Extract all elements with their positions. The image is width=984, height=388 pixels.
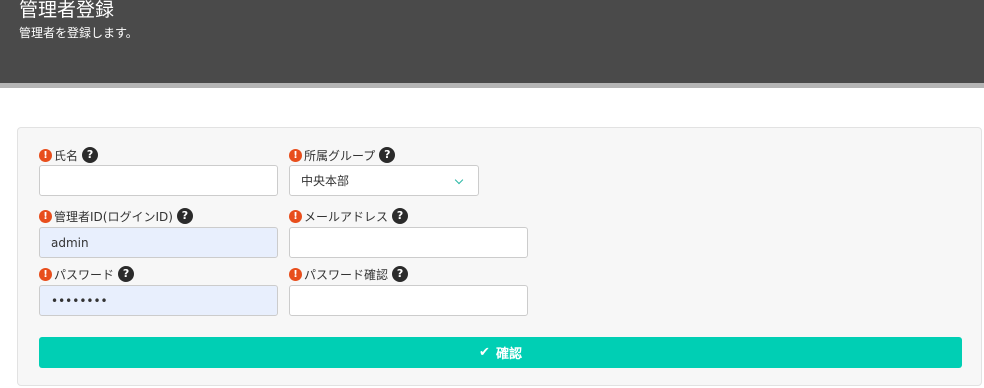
admin-register-form: ! 氏名 ? ! 所属グループ ? 中央本部 ! 管理者ID(ログインID) ?… [17,127,982,386]
password-label: ! パスワード ? [39,265,135,283]
help-icon[interactable]: ? [82,147,99,163]
group-select[interactable]: 中央本部 [289,165,479,196]
group-select-value: 中央本部 [301,174,350,188]
required-icon: ! [39,148,52,162]
page-title: 管理者登録 [19,0,115,21]
help-icon[interactable]: ? [379,147,396,163]
login-id-label-text: 管理者ID(ログインID) [54,209,173,224]
confirm-button-label: 確認 [495,347,522,362]
page-header: 管理者登録 管理者を登録します。 [0,0,984,83]
header-divider [0,83,984,88]
email-input[interactable] [289,227,528,258]
login-id-input[interactable] [39,227,278,258]
required-icon: ! [289,148,302,162]
confirm-button[interactable]: ✔ 確認 [39,337,962,368]
help-icon[interactable]: ? [176,208,193,224]
email-label: ! メールアドレス ? [289,207,409,225]
chevron-down-icon [454,175,464,185]
password-confirm-label: ! パスワード確認 ? [289,265,409,283]
check-icon: ✔ [479,345,490,360]
login-id-label: ! 管理者ID(ログインID) ? [39,207,193,225]
password-label-text: パスワード [54,267,115,282]
required-icon: ! [39,209,52,223]
help-icon[interactable]: ? [118,266,135,282]
help-icon[interactable]: ? [392,266,409,282]
password-confirm-input[interactable] [289,285,528,316]
help-icon[interactable]: ? [392,208,409,224]
group-label-text: 所属グループ [304,148,376,163]
required-icon: ! [289,267,302,281]
email-label-text: メールアドレス [304,209,389,224]
password-input[interactable] [39,285,278,316]
name-input[interactable] [39,165,278,196]
name-label-text: 氏名 [54,148,79,163]
page-subtitle: 管理者を登録します。 [19,26,138,40]
required-icon: ! [289,209,302,223]
group-label: ! 所属グループ ? [289,146,396,164]
password-confirm-label-text: パスワード確認 [304,267,389,282]
name-label: ! 氏名 ? [39,146,99,164]
required-icon: ! [39,267,52,281]
